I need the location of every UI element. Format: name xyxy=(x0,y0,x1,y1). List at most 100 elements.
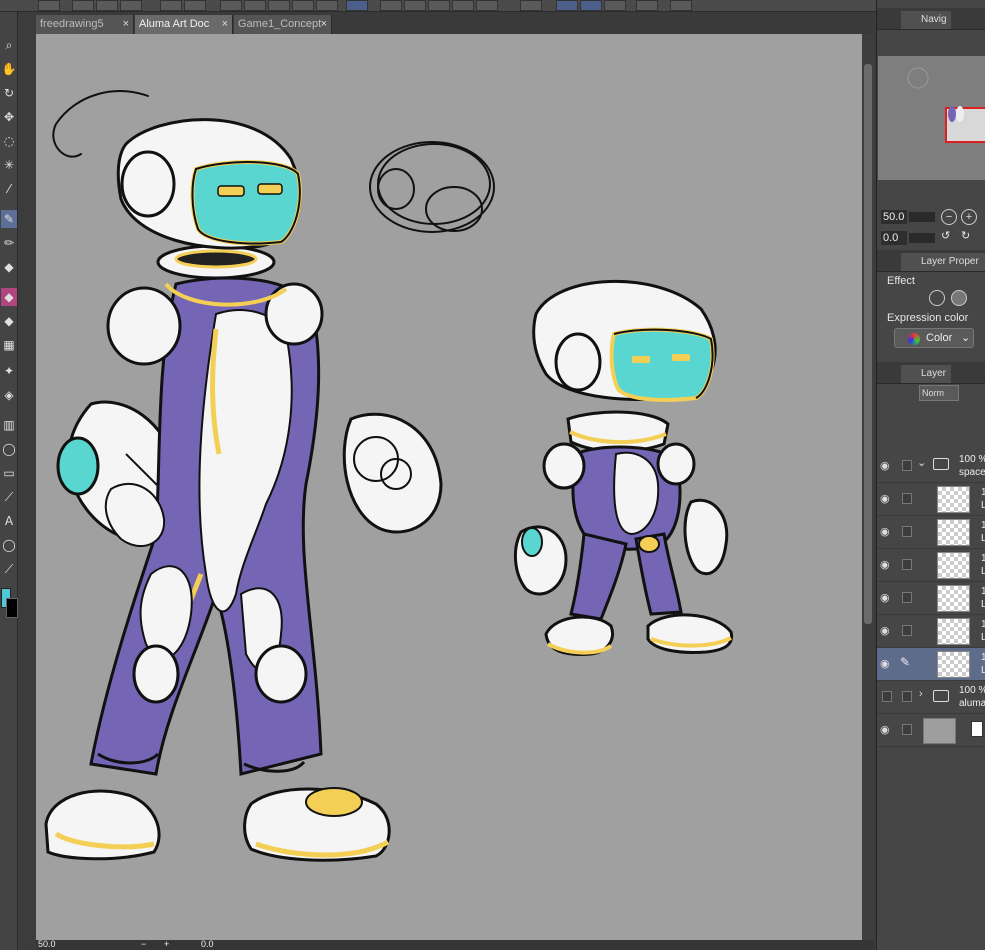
color-icon[interactable] xyxy=(476,0,498,11)
tab-aluma-art-doc[interactable]: Aluma Art Doc × xyxy=(135,15,233,34)
rotate-right-icon[interactable]: ↻ xyxy=(961,229,970,242)
close-icon[interactable]: × xyxy=(321,18,327,30)
tab-freedrawing5[interactable]: freedrawing5 × xyxy=(36,15,134,34)
stroke-icon[interactable] xyxy=(380,0,402,11)
eye-icon[interactable]: ◉ xyxy=(880,624,890,637)
text-tool-icon[interactable]: A xyxy=(1,512,17,530)
layer-row[interactable]: ◉ 1 L xyxy=(877,516,985,549)
lock-checkbox[interactable] xyxy=(902,526,912,537)
tone-effect-icon[interactable] xyxy=(951,290,967,306)
nav-zoom-slider[interactable] xyxy=(909,212,935,222)
gradient-icon[interactable]: ▥ xyxy=(1,416,17,434)
eye-icon[interactable]: ◉ xyxy=(880,591,890,604)
layer-row[interactable]: ◉ 1 L xyxy=(877,615,985,648)
blend-mode-select[interactable]: Norm xyxy=(919,385,959,401)
balloon-icon[interactable]: ◯ xyxy=(1,536,17,554)
eye-icon[interactable]: ◉ xyxy=(880,657,890,670)
save-icon[interactable] xyxy=(120,0,142,11)
undo-icon[interactable] xyxy=(160,0,182,11)
magic-wand-icon[interactable]: ✳ xyxy=(1,156,17,174)
nav-rotate-field[interactable]: 0.0 xyxy=(881,231,907,245)
lock-checkbox[interactable] xyxy=(902,691,912,702)
window-icon[interactable] xyxy=(670,0,692,11)
nav-rotate-slider[interactable] xyxy=(909,233,935,243)
decoration-icon[interactable]: ◈ xyxy=(1,386,17,404)
layer-icon[interactable] xyxy=(520,0,542,11)
ruler-icon[interactable] xyxy=(580,0,602,11)
grid-icon[interactable] xyxy=(604,0,626,11)
crop-icon[interactable] xyxy=(292,0,314,11)
tab-navigator[interactable]: Navig xyxy=(901,11,951,29)
layer-row[interactable]: ◉ 1 L xyxy=(877,582,985,615)
layer-row[interactable]: ◉ 1 L xyxy=(877,483,985,516)
transform-icon[interactable] xyxy=(244,0,266,11)
zoom-in-icon[interactable]: + xyxy=(164,939,169,949)
frame-icon[interactable]: ▭ xyxy=(1,464,17,482)
layer-row[interactable]: ◉ 1 L xyxy=(877,549,985,582)
layer-row[interactable]: ◉ xyxy=(877,714,985,747)
layer-row[interactable]: › 100 % aluma xyxy=(877,681,985,714)
ruler-tool-icon[interactable]: ⟋ xyxy=(1,488,17,506)
snap-icon[interactable] xyxy=(556,0,578,11)
new-canvas-icon[interactable] xyxy=(72,0,94,11)
fill-icon[interactable] xyxy=(268,0,290,11)
eye-icon[interactable]: ◉ xyxy=(880,492,890,505)
sub-color-swatch[interactable] xyxy=(6,598,18,618)
lock-checkbox[interactable] xyxy=(902,592,912,603)
clear-icon[interactable] xyxy=(316,0,338,11)
expression-color-select[interactable]: Color ⌄ xyxy=(894,328,974,348)
correct-line-icon[interactable]: ⟋ xyxy=(1,560,17,578)
loading-icon[interactable] xyxy=(220,0,242,11)
tab-game1-concept[interactable]: Game1_Concept × xyxy=(234,15,332,34)
open-icon[interactable] xyxy=(96,0,118,11)
chevron-down-icon[interactable]: ⌄ xyxy=(917,456,926,469)
eye-icon[interactable]: ◉ xyxy=(880,525,890,538)
close-icon[interactable]: × xyxy=(222,18,228,30)
lasso-tool-icon[interactable]: ◌ xyxy=(1,132,17,150)
zoom-out-icon[interactable]: − xyxy=(141,939,146,949)
shape-icon[interactable]: ◯ xyxy=(1,440,17,458)
canvas-vertical-scrollbar[interactable] xyxy=(862,34,874,940)
eye-icon[interactable]: ◉ xyxy=(880,723,890,736)
hand-icon[interactable]: ✋ xyxy=(1,60,17,78)
eye-icon[interactable]: ◉ xyxy=(880,558,890,571)
brush-tool-icon[interactable]: ◆ xyxy=(1,258,17,276)
quick-access-icon[interactable] xyxy=(38,0,60,11)
tab-layer-property[interactable]: Layer Proper xyxy=(901,253,985,271)
move-icon[interactable]: ✥ xyxy=(1,108,17,126)
nav-zoom-field[interactable]: 50.0 xyxy=(881,210,907,224)
lock-checkbox[interactable] xyxy=(902,724,912,735)
status-rotation-value[interactable]: 0.0 xyxy=(201,939,214,949)
blend-tool-icon[interactable]: ◆ xyxy=(1,312,17,330)
border-effect-icon[interactable] xyxy=(929,290,945,306)
eyedropper-icon[interactable]: ⁄ xyxy=(1,180,17,198)
layer-row[interactable]: ◉ ⌄ 100 % space xyxy=(877,450,985,483)
chevron-right-icon[interactable]: › xyxy=(919,688,923,700)
eye-icon[interactable]: ◉ xyxy=(880,459,890,472)
lock-checkbox[interactable] xyxy=(902,493,912,504)
fill-bucket-icon[interactable] xyxy=(452,0,474,11)
camera-icon[interactable] xyxy=(636,0,658,11)
zoom-in-circle-icon[interactable]: + xyxy=(961,209,977,225)
drawing-canvas[interactable] xyxy=(36,34,862,940)
tab-layer[interactable]: Layer xyxy=(901,365,951,383)
airbrush-icon[interactable]: ✦ xyxy=(1,362,17,380)
rotate-left-icon[interactable]: ↺ xyxy=(941,229,950,242)
visibility-checkbox[interactable] xyxy=(882,691,892,702)
lock-checkbox[interactable] xyxy=(902,559,912,570)
scrollbar-thumb[interactable] xyxy=(864,64,872,624)
eraser-tool-icon[interactable]: ◆ xyxy=(1,288,17,306)
navigator-preview[interactable] xyxy=(878,56,985,180)
fill-tool-icon[interactable]: ▦ xyxy=(1,336,17,354)
close-icon[interactable]: × xyxy=(123,18,129,30)
pen-mode-icon[interactable] xyxy=(346,0,368,11)
lock-checkbox[interactable] xyxy=(902,625,912,636)
redo-icon[interactable] xyxy=(184,0,206,11)
lasso-icon[interactable] xyxy=(428,0,450,11)
pencil-tool-icon[interactable]: ✏ xyxy=(1,234,17,252)
pen-tool-icon[interactable]: ✎ xyxy=(1,210,17,228)
zoom-out-circle-icon[interactable]: − xyxy=(941,209,957,225)
rotate-icon[interactable]: ↻ xyxy=(1,84,17,102)
zoom-icon[interactable]: ⌕ xyxy=(1,36,17,54)
status-zoom-value[interactable]: 50.0 xyxy=(38,939,56,949)
